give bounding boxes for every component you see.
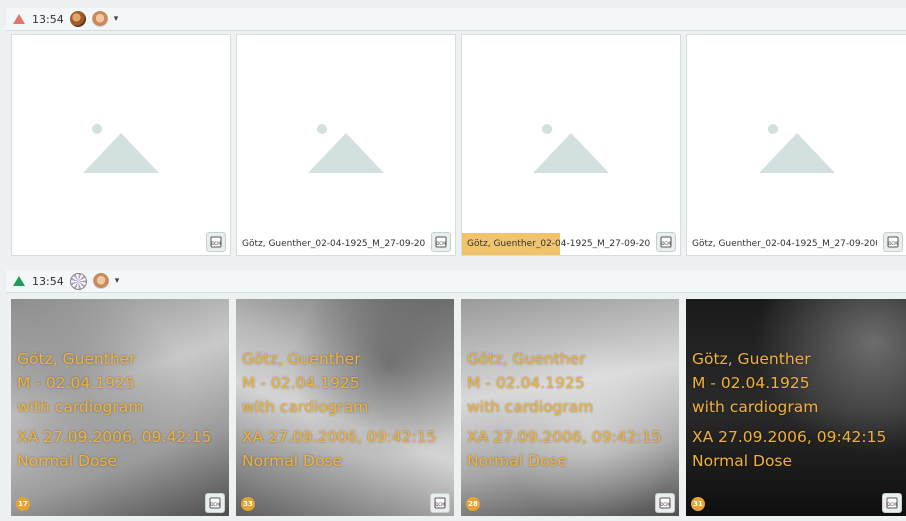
thumbnail-caption: Götz, Guenther_02-04-1925_M_27-09-200... (462, 233, 650, 255)
svg-text:DCM: DCM (436, 241, 446, 246)
patient-name: Götz, Guenther (17, 350, 136, 368)
study-info: XA 27.09.2006, 09:42:15 (467, 428, 662, 446)
patient-name: Götz, Guenther (242, 350, 361, 368)
svg-text:DCM: DCM (435, 502, 445, 507)
patient-dob: M - 02.04.1925 (242, 374, 360, 392)
thumbnail[interactable]: Götz, Guenther_02-04-1925_M_27-09-200...… (236, 34, 456, 256)
image-placeholder-icon (759, 124, 835, 173)
dicom-file-icon[interactable]: DCM (882, 493, 902, 513)
dose-info: Normal Dose (467, 452, 568, 470)
study-note: with cardiogram (692, 398, 819, 416)
dicom-overlay: Götz, Guenther M - 02.04.1925 with cardi… (242, 347, 436, 473)
dicom-file-icon[interactable]: DCM (656, 232, 676, 252)
avatar[interactable] (69, 11, 86, 27)
frame-count-badge: 17 (16, 497, 30, 511)
thumbnail[interactable]: Götz, Guenther_02-04-1925_M_27-09-200...… (686, 34, 906, 256)
series-header-1[interactable]: 13:54 ▾ (6, 8, 906, 31)
thumbnail-grid: Götz, Guenther M - 02.04.1925 with cardi… (6, 299, 906, 519)
series-time: 13:54 (32, 274, 64, 288)
study-info: XA 27.09.2006, 09:42:15 (692, 428, 887, 446)
series-triangle-icon (13, 276, 25, 286)
dicom-file-icon[interactable]: DCM (431, 232, 451, 252)
avatar[interactable] (91, 11, 108, 27)
thumbnail[interactable]: Götz, Guenther_02-04-1925_M_27-09-200...… (461, 34, 681, 256)
dicom-file-icon[interactable]: DCM (206, 232, 226, 252)
thumbnail[interactable]: Götz, Guenther M - 02.04.1925 with cardi… (236, 299, 454, 516)
series-header-2[interactable]: 13:54 ▾ (6, 270, 906, 293)
series-time: 13:54 (32, 12, 64, 26)
frame-count-badge: 33 (241, 497, 255, 511)
dicom-file-icon[interactable]: DCM (655, 493, 675, 513)
patient-dob: M - 02.04.1925 (467, 374, 585, 392)
dicom-file-icon[interactable]: DCM (205, 493, 225, 513)
patient-dob: M - 02.04.1925 (17, 374, 135, 392)
avatar[interactable] (92, 273, 109, 289)
svg-text:DCM: DCM (660, 502, 670, 507)
thumbnail-caption: Götz, Guenther_02-04-1925_M_27-09-200... (242, 239, 425, 249)
thumbnail-grid: DCM Götz, Guenther_02-04-1925_M_27-09-20… (6, 34, 906, 258)
svg-text:DCM: DCM (888, 241, 898, 246)
study-note: with cardiogram (467, 398, 594, 416)
patient-dob: M - 02.04.1925 (692, 374, 810, 392)
dicom-file-icon[interactable]: DCM (430, 493, 450, 513)
dose-info: Normal Dose (692, 452, 793, 470)
svg-text:DCM: DCM (661, 241, 671, 246)
thumbnail[interactable]: DCM (11, 34, 231, 256)
thumbnail[interactable]: Götz, Guenther M - 02.04.1925 with cardi… (461, 299, 679, 516)
dose-info: Normal Dose (242, 452, 343, 470)
study-note: with cardiogram (17, 398, 144, 416)
thumbnail-caption: Götz, Guenther_02-04-1925_M_27-09-200... (692, 239, 877, 249)
dicom-overlay: Götz, Guenther M - 02.04.1925 with cardi… (467, 347, 661, 473)
frame-count-badge: 28 (466, 497, 480, 511)
chevron-down-icon[interactable]: ▾ (114, 14, 119, 24)
dose-info: Normal Dose (17, 452, 118, 470)
image-placeholder-icon (308, 124, 384, 173)
image-placeholder-icon (83, 124, 159, 173)
chevron-down-icon[interactable]: ▾ (115, 276, 120, 286)
thumbnail-caption (12, 233, 200, 255)
thumbnail[interactable]: Götz, Guenther M - 02.04.1925 with cardi… (686, 299, 906, 516)
svg-text:DCM: DCM (211, 241, 221, 246)
series-triangle-icon (13, 14, 25, 24)
dicom-overlay: Götz, Guenther M - 02.04.1925 with cardi… (17, 347, 211, 473)
image-placeholder-icon (533, 124, 609, 173)
svg-text:DCM: DCM (887, 502, 897, 507)
study-info: XA 27.09.2006, 09:42:15 (17, 428, 212, 446)
patient-name: Götz, Guenther (467, 350, 586, 368)
patient-name: Götz, Guenther (692, 350, 811, 368)
frame-count-badge: 31 (691, 497, 705, 511)
thumbnail[interactable]: Götz, Guenther M - 02.04.1925 with cardi… (11, 299, 229, 516)
dicom-overlay: Götz, Guenther M - 02.04.1925 with cardi… (692, 347, 886, 473)
study-info: XA 27.09.2006, 09:42:15 (242, 428, 437, 446)
avatar[interactable] (69, 272, 87, 290)
series-panel-2: 13:54 ▾ Götz, Guenther M - 02.04.1925 wi… (6, 264, 906, 521)
svg-text:DCM: DCM (210, 502, 220, 507)
study-note: with cardiogram (242, 398, 369, 416)
dicom-file-icon[interactable]: DCM (883, 232, 903, 252)
series-panel-1: 13:54 ▾ DCM Götz, Guenther_02-04-1925_M_… (6, 0, 906, 262)
